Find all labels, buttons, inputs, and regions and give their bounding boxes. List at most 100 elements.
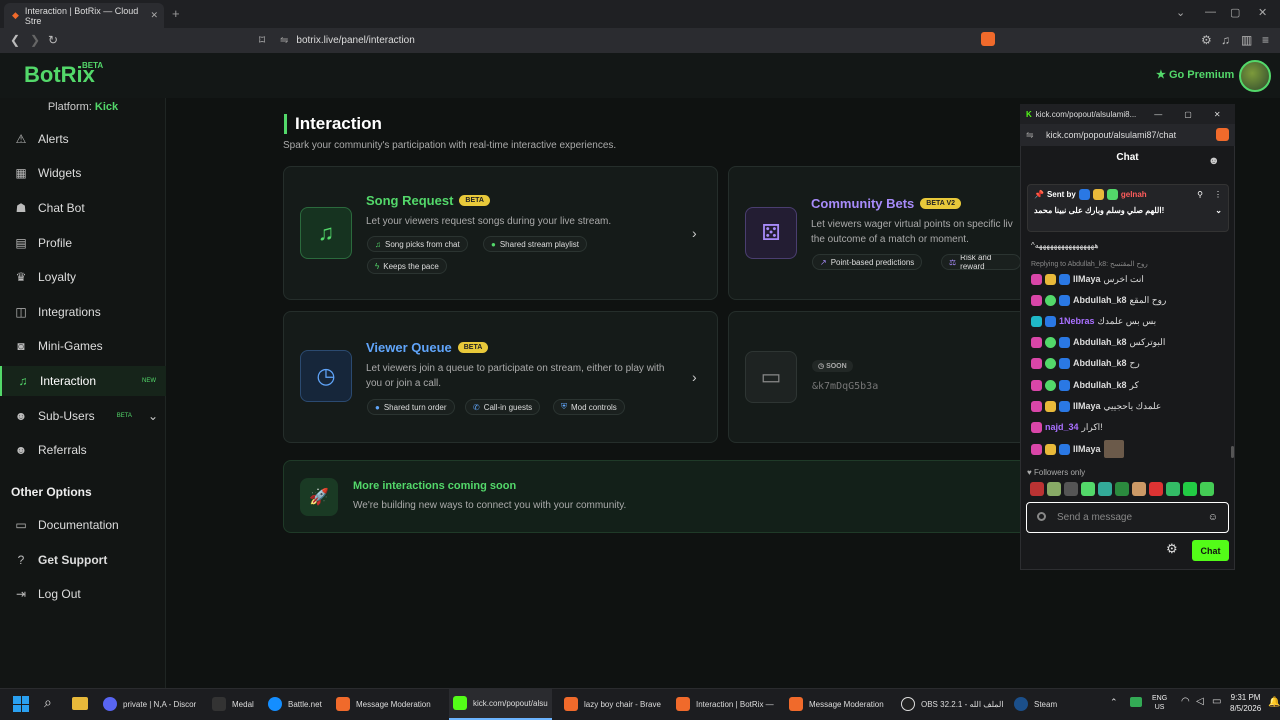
emote-icon[interactable] <box>1098 482 1112 496</box>
emote-icon[interactable] <box>1149 482 1163 496</box>
taskbar-item-brave-chair[interactable]: lazy boy chair - Brave <box>564 688 661 720</box>
sidebar-item-referrals[interactable]: ☻ Referrals <box>0 435 166 465</box>
chat-url-bar[interactable]: kick.com/popout/alsulami87/chat <box>1020 124 1235 146</box>
site-info-icon[interactable]: ⇋ <box>1026 130 1034 141</box>
taskbar-item-brave-botrix[interactable]: Interaction | BotRix — <box>676 688 774 720</box>
sidebar-toggle-icon[interactable]: ▥ <box>1241 33 1252 47</box>
chat-username[interactable]: IIMaya <box>1073 401 1101 411</box>
sidebar-item-widgets[interactable]: ▦ Widgets <box>0 158 166 188</box>
minimize-icon[interactable]: — <box>1154 110 1162 119</box>
chevron-up-icon[interactable]: ⌃ <box>1110 697 1118 708</box>
sidebar-item-profile[interactable]: ▤ Profile <box>0 228 166 258</box>
send-chat-button[interactable]: Chat <box>1192 540 1229 561</box>
battery-icon[interactable]: ▭ <box>1212 696 1221 707</box>
media-icon[interactable]: ♫ <box>1221 33 1230 47</box>
chat-message[interactable]: IIMaya <box>1031 440 1124 458</box>
sidebar-item-documentation[interactable]: ▭ Documentation <box>0 510 166 540</box>
emote-icon[interactable] <box>1030 482 1044 496</box>
taskbar-item-battlenet[interactable]: Battle.net <box>268 688 322 720</box>
volume-icon[interactable]: ◁ <box>1196 696 1204 707</box>
sidebar-item-interaction[interactable]: ♫ Interaction NEW <box>0 366 166 396</box>
minimize-icon[interactable]: — <box>1205 6 1216 18</box>
taskbar-item-brave-moderation[interactable]: Message Moderation <box>336 688 431 720</box>
emote-icon[interactable] <box>1047 482 1061 496</box>
url-field[interactable]: ⇋ botrix.live/panel/interaction <box>280 31 1000 50</box>
chat-message[interactable]: Abdullah_k8 رح <box>1031 354 1140 372</box>
chat-username[interactable]: IIMaya <box>1073 444 1101 454</box>
chat-username[interactable]: Abdullah_k8 <box>1073 380 1127 390</box>
menu-icon[interactable]: ≡ <box>1262 33 1269 47</box>
sidebar-item-sub-users[interactable]: ☻ Sub-Users BETA ⌄ <box>0 401 166 431</box>
back-icon[interactable]: ❮ <box>10 33 20 47</box>
close-window-icon[interactable]: ✕ <box>1258 6 1267 19</box>
emote-icon[interactable] <box>1200 482 1214 496</box>
close-window-icon[interactable]: ✕ <box>1214 110 1221 119</box>
sidebar-item-chat-bot[interactable]: ☗ Chat Bot <box>0 193 166 223</box>
file-explorer-icon[interactable] <box>72 697 88 710</box>
chevron-right-icon[interactable]: › <box>692 225 697 241</box>
chat-message[interactable]: najd_34 اكرار! <box>1031 418 1103 436</box>
chat-message[interactable]: Abdullah_k8 كر <box>1031 376 1139 394</box>
more-icon[interactable]: ⋮ <box>1214 190 1222 199</box>
gear-icon[interactable]: ⚙ <box>1166 541 1178 557</box>
sidebar-item-get-support[interactable]: ? Get Support <box>0 545 166 575</box>
emoji-icon[interactable]: ☺ <box>1208 512 1218 523</box>
sidebar-item-log-out[interactable]: ⇥ Log Out <box>0 579 166 609</box>
bookmark-icon[interactable]: ⌑ <box>259 33 265 47</box>
chat-scrollbar[interactable] <box>1231 446 1234 458</box>
pinned-message[interactable]: 📌 Sent by gelnah ⚲ ⋮ اللهم صلي وسلم وبارك عل… <box>1027 184 1229 232</box>
chat-message[interactable]: IIMaya انت اخرس <box>1031 270 1144 288</box>
site-info-icon[interactable]: ⇋ <box>280 35 288 46</box>
sidebar-item-integrations[interactable]: ◫ Integrations <box>0 297 166 327</box>
tab-search-icon[interactable]: ⌄ <box>1176 6 1185 19</box>
go-premium-button[interactable]: ★ Go Premium <box>1156 68 1234 81</box>
pin-toggle-icon[interactable]: ⚲ <box>1197 190 1203 199</box>
taskbar-item-medal[interactable]: Medal <box>212 688 254 720</box>
windows-start-icon[interactable] <box>13 696 29 712</box>
close-tab-icon[interactable]: ✕ <box>150 10 158 21</box>
search-icon[interactable]: ⌕ <box>44 694 52 711</box>
sidebar-item-loyalty[interactable]: ♛ Loyalty <box>0 262 166 292</box>
users-icon[interactable]: ☻ <box>1208 155 1220 167</box>
emote-icon[interactable] <box>1183 482 1197 496</box>
chat-message[interactable]: IIMaya علمدك ياحجييي <box>1031 397 1161 415</box>
new-tab-button[interactable]: + <box>172 6 180 21</box>
taskbar-item-discord[interactable]: private | N,A - Discor <box>103 688 196 720</box>
chat-message[interactable]: Abdullah_k8 روح المقع <box>1031 291 1166 309</box>
sidebar-item-mini-games[interactable]: ◙ Mini-Games <box>0 331 166 361</box>
chat-message[interactable]: Abdullah_k8 البوتركس <box>1031 333 1165 351</box>
notification-icon[interactable]: 🔔 <box>1268 697 1280 708</box>
maximize-icon[interactable]: ▢ <box>1230 6 1240 19</box>
chat-username[interactable]: 1Nebras <box>1059 316 1095 326</box>
emote-icon[interactable] <box>1081 482 1095 496</box>
extensions-icon[interactable]: ⚙ <box>1201 33 1212 47</box>
emote-icon[interactable] <box>1166 482 1180 496</box>
chat-message[interactable]: 1Nebras بس بس علمدك <box>1031 312 1156 330</box>
chevron-down-icon[interactable]: ⌄ <box>148 409 158 423</box>
taskbar-clock[interactable]: 9:31 PM 8/5/2026 <box>1230 692 1261 714</box>
brave-shields-icon[interactable] <box>981 32 995 46</box>
avatar[interactable] <box>1239 60 1271 92</box>
chevron-down-icon[interactable]: ⌄ <box>1215 206 1222 215</box>
brave-shields-icon[interactable] <box>1216 128 1229 141</box>
emote-icon[interactable] <box>1132 482 1146 496</box>
taskbar-item-kick[interactable]: kick.com/popout/alsu <box>449 688 552 720</box>
chat-username[interactable]: Abdullah_k8 <box>1073 337 1127 347</box>
tray-app-icon[interactable] <box>1130 697 1142 707</box>
taskbar-item-steam[interactable]: Steam <box>1014 688 1057 720</box>
language-indicator[interactable]: ENG US <box>1152 694 1167 712</box>
sidebar-item-alerts[interactable]: ⚠ Alerts <box>0 124 166 154</box>
chat-message-input[interactable]: Send a message ☺ <box>1026 502 1229 533</box>
chat-username[interactable]: IIMaya <box>1073 274 1101 284</box>
browser-tab-active[interactable]: ◆ Interaction | BotRix — Cloud Stre ✕ <box>4 3 164 28</box>
maximize-icon[interactable]: ▢ <box>1184 110 1192 119</box>
chat-username[interactable]: najd_34 <box>1045 422 1079 432</box>
chat-identity-icon[interactable] <box>1037 512 1046 521</box>
chevron-right-icon[interactable]: › <box>692 369 697 385</box>
forward-icon[interactable]: ❯ <box>30 33 40 47</box>
chat-username[interactable]: Abdullah_k8 <box>1073 358 1127 368</box>
taskbar-item-obs[interactable]: OBS 32.2.1 - الملف الله <box>901 688 1004 720</box>
wifi-icon[interactable]: ◠ <box>1181 696 1190 707</box>
taskbar-item-brave-moderation-2[interactable]: Message Moderation <box>789 688 884 720</box>
reload-icon[interactable]: ↻ <box>48 33 58 47</box>
